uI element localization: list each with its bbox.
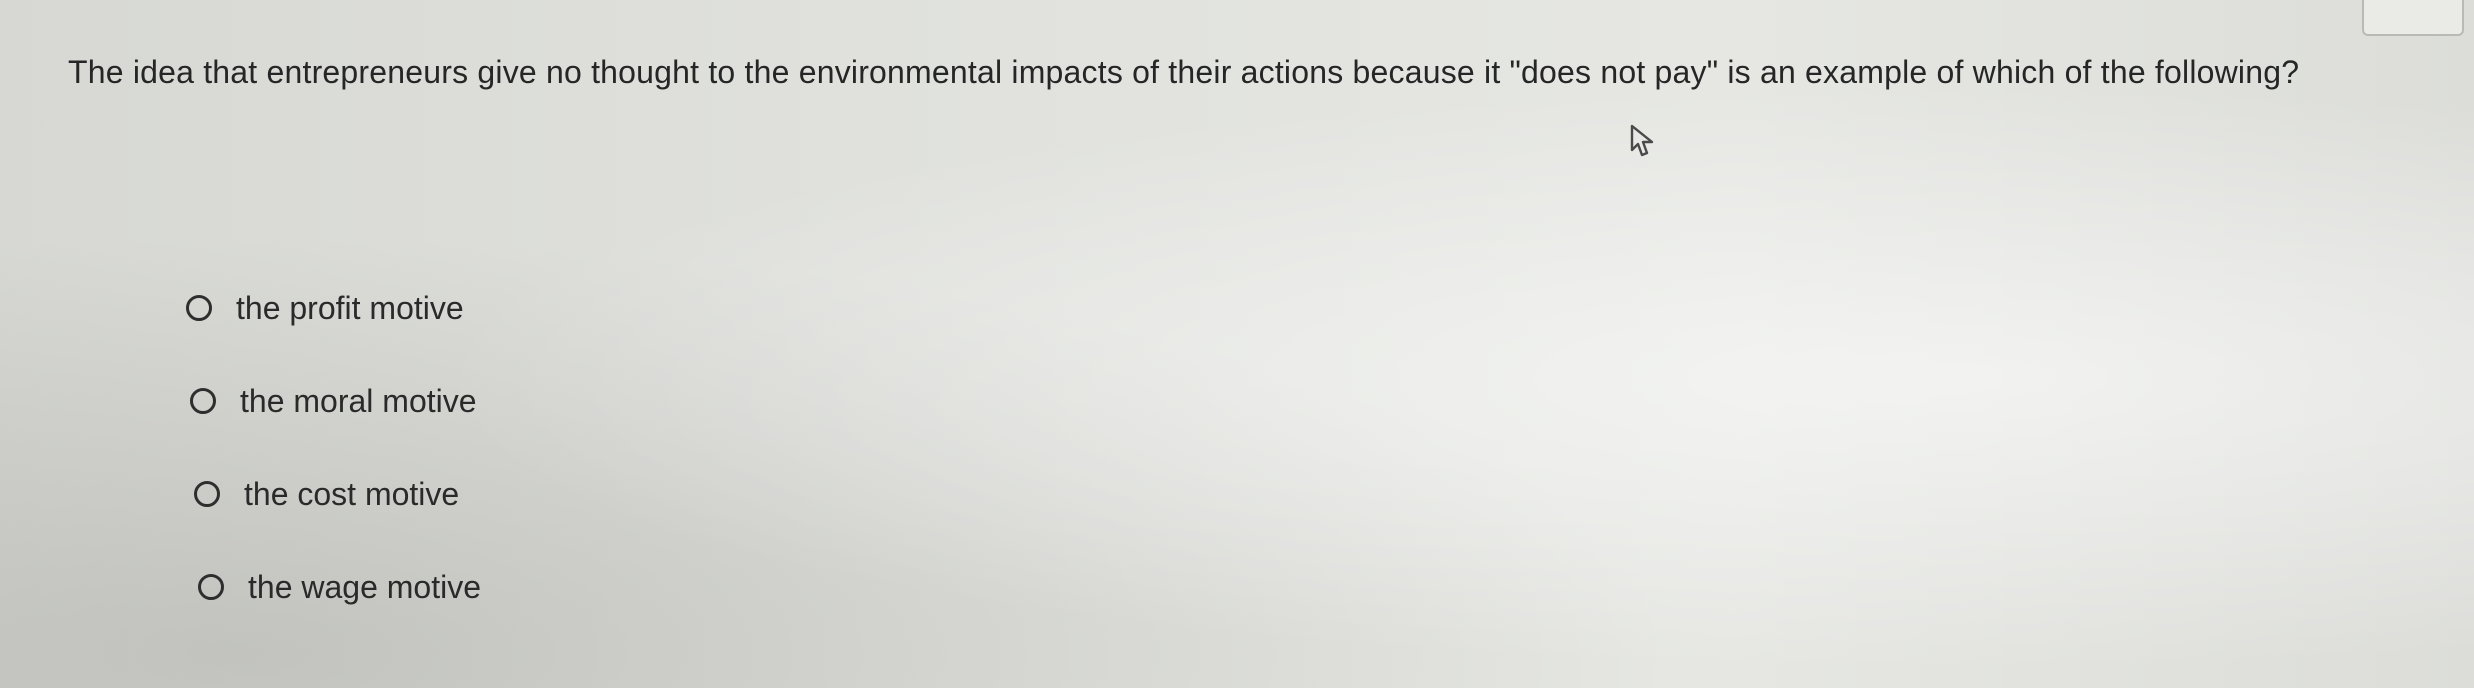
radio-button[interactable]	[194, 481, 220, 507]
answer-option-cost-motive[interactable]: the cost motive	[194, 466, 481, 522]
radio-button[interactable]	[198, 574, 224, 600]
answer-options: the profit motive the moral motive the c…	[186, 280, 481, 652]
option-label: the moral motive	[240, 383, 477, 419]
mouse-pointer-icon	[1630, 124, 1654, 157]
top-right-box	[2362, 0, 2464, 36]
answer-option-profit-motive[interactable]: the profit motive	[186, 280, 481, 336]
answer-option-moral-motive[interactable]: the moral motive	[190, 373, 481, 429]
option-label: the cost motive	[244, 476, 460, 512]
radio-button[interactable]	[190, 388, 216, 414]
option-label: the wage motive	[248, 569, 482, 605]
option-label: the profit motive	[236, 290, 464, 326]
radio-button[interactable]	[186, 295, 212, 321]
answer-option-wage-motive[interactable]: the wage motive	[198, 559, 481, 615]
question-text: The idea that entrepreneurs give no thou…	[68, 54, 2300, 90]
